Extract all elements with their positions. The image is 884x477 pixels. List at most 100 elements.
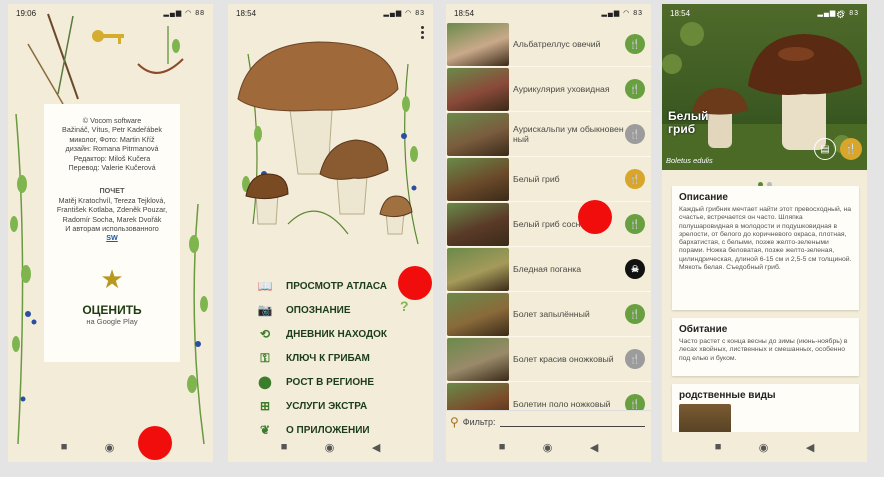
status-icons: ▂▄▆ ◠ 83: [817, 10, 859, 17]
menu-item-extras[interactable]: ⊞ УСЛУГИ ЭКСТРА: [254, 394, 424, 418]
camera-icon: 📷: [257, 303, 273, 317]
species-thumbnail: [447, 292, 509, 336]
filter-label: Фильтр:: [462, 416, 496, 427]
species-row[interactable]: Болетин поло ножковый 🍴: [446, 382, 651, 410]
species-name: Альбатреллус овечий: [513, 39, 601, 49]
nav-bar: ■ ◉ ◀: [8, 432, 213, 462]
species-name: Болет запылённый: [513, 309, 590, 319]
back-button[interactable]: ◀: [590, 441, 598, 454]
species-thumbnail: [447, 337, 509, 381]
menu-item-diary[interactable]: ⟲ ДНЕВНИК НАХОДОК: [254, 322, 424, 346]
species-name: Аурискальпи ум обыкновен ный: [513, 124, 624, 144]
main-menu-screen: 18:54 ▂▄▆ ◠ 83 📖 ПРОСМОТР АТЛАСА 📷 ОПОЗН…: [228, 4, 433, 462]
species-thumbnail: [447, 247, 509, 291]
species-thumbnail: [447, 157, 509, 201]
fork-knife-icon: 🍴: [625, 79, 645, 99]
species-row[interactable]: Болет красив оножковый 🍴: [446, 337, 651, 382]
species-name: Болет красив оножковый: [513, 354, 614, 364]
species-row[interactable]: Белый гриб 🍴: [446, 157, 651, 202]
menu-item-region[interactable]: ⬤ РОСТ В РЕГИОНЕ: [254, 370, 424, 394]
species-row[interactable]: Аурикулярия уховидная 🍴: [446, 67, 651, 112]
key-icon: ⚿: [260, 350, 270, 365]
thanks-title: ПОЧЕТ: [99, 186, 125, 196]
fork-knife-icon: 🍴: [625, 304, 645, 324]
recent-apps-button[interactable]: ■: [281, 441, 288, 453]
species-row[interactable]: Альбатреллус овечий 🍴: [446, 22, 651, 67]
filter-input[interactable]: [499, 417, 645, 427]
star-icon[interactable]: ★: [50, 265, 174, 293]
species-list-screen: 18:54 ▂▄▆ ◠ 83 Альбатреллус овечий 🍴 Аурик…: [446, 4, 651, 462]
status-icons: ▂▄▆ ◠ 83: [601, 10, 643, 17]
credit-line: дизайн: Romana Pitrmanová: [65, 144, 159, 154]
credit-line: Редактор: Miloš Kučera: [73, 153, 151, 163]
menu-item-label: ОПОЗНАНИЕ: [286, 304, 351, 316]
recent-apps-button[interactable]: ■: [715, 441, 722, 453]
home-button[interactable]: ◉: [325, 441, 335, 454]
nav-bar: ■ ◉ ◀: [228, 432, 433, 462]
help-question-icon[interactable]: ?: [400, 298, 409, 314]
skull-icon: ☠: [625, 259, 645, 279]
mushroom-illustration: [237, 41, 419, 245]
fork-knife-icon: 🍴: [625, 349, 645, 369]
species-name: Бледная поганка: [513, 264, 582, 274]
home-button[interactable]: ◉: [543, 441, 553, 454]
back-button[interactable]: ◀: [806, 441, 814, 454]
rate-button[interactable]: ОЦЕНИТЬ: [50, 303, 174, 317]
back-button[interactable]: ◀: [372, 441, 380, 454]
status-bar: 18:54 ▂▄▆ ◠ 83: [662, 4, 867, 22]
magnifier-icon: ⚲: [450, 414, 459, 429]
species-name: Аурикулярия уховидная: [513, 84, 610, 94]
nav-bar: ■ ◉ ◀: [446, 432, 651, 462]
status-icons: ▂▄▆ ◠ 83: [383, 10, 425, 17]
description-title: Описание: [679, 192, 728, 203]
menu-item-label: ПРОСМОТР АТЛАСА: [286, 280, 388, 292]
fork-knife-icon: 🍴: [625, 34, 645, 54]
recent-apps-button[interactable]: ■: [61, 441, 68, 453]
edibility-icon: 🍴: [840, 138, 862, 160]
menu-item-label: РОСТ В РЕГИОНЕ: [286, 376, 375, 388]
sw-link[interactable]: SW: [50, 233, 174, 242]
credit-line: © Vocom software: [82, 116, 142, 125]
species-thumbnail: [447, 112, 509, 156]
thanks-text: Matěj Kratochvíl, Tereza Tejklová, Frant…: [56, 195, 168, 224]
location-pin-icon: ⬤: [258, 375, 272, 389]
main-menu: 📖 ПРОСМОТР АТЛАСА 📷 ОПОЗНАНИЕ ⟲ ДНЕВНИК …: [254, 274, 424, 442]
credit-line: Bažináč, Vítus, Petr Kadeřábek: [62, 125, 162, 135]
home-button[interactable]: ◉: [759, 441, 769, 454]
habitat-card: Обитание Часто растет с конца весны до з…: [672, 318, 859, 376]
status-icons: ▂▄▆ ◠ 88: [163, 10, 205, 17]
history-icon: ⟲: [259, 327, 271, 341]
status-time: 18:54: [454, 8, 475, 18]
fork-knife-icon: 🍴: [625, 214, 645, 234]
related-title: родственные виды: [679, 390, 776, 401]
about-card: © Vocom software Bažináč, Vítus, Petr Ka…: [44, 104, 180, 362]
menu-item-identification[interactable]: 📷 ОПОЗНАНИЕ: [254, 298, 424, 322]
fork-knife-icon: 🍴: [625, 394, 645, 410]
species-list[interactable]: Альбатреллус овечий 🍴 Аурикулярия уховидна…: [446, 22, 651, 410]
status-bar: 18:54 ▂▄▆ ◠ 83: [446, 4, 651, 22]
home-button[interactable]: ◉: [105, 441, 115, 454]
gallery-icon[interactable]: ▤: [814, 138, 836, 160]
species-row[interactable]: Бледная поганка ☠: [446, 247, 651, 292]
status-time: 19:06: [16, 8, 37, 18]
filter-bar: ⚲ Фильтр:: [446, 410, 651, 432]
species-row[interactable]: Белый гриб сосновый 🍴: [446, 202, 651, 247]
status-bar: 19:06 ▂▄▆ ◠ 88: [8, 4, 213, 22]
description-card: Описание Каждый грибник мечтает найти эт…: [672, 186, 859, 310]
species-thumbnail: [447, 67, 509, 111]
menu-item-key[interactable]: ⚿ КЛЮЧ К ГРИБАМ: [254, 346, 424, 370]
species-name: Болетин поло ножковый: [513, 399, 611, 409]
description-text: Каждый грибник мечтает найти этот превос…: [679, 206, 852, 272]
species-photo[interactable]: Белый гриб Boletus edulis ▤ 🍴 ⚙: [662, 4, 867, 170]
credit-line: Перевод: Valerie Kučerová: [68, 163, 156, 173]
species-latin-name: Boletus edulis: [666, 156, 713, 165]
species-row[interactable]: Болет запылённый 🍴: [446, 292, 651, 337]
menu-item-label: ДНЕВНИК НАХОДОК: [286, 328, 388, 340]
recent-apps-button[interactable]: ■: [499, 441, 506, 453]
habitat-title: Обитание: [679, 324, 728, 335]
fork-knife-icon: 🍴: [625, 169, 645, 189]
species-title: Белый гриб: [668, 109, 709, 136]
screenshot-collage: 19:06 ▂▄▆ ◠ 88 © Vocom software Bažináč,…: [0, 0, 884, 477]
status-bar: 18:54 ▂▄▆ ◠ 83: [228, 4, 433, 22]
species-row[interactable]: Аурискальпи ум обыкновен ный 🍴: [446, 112, 651, 157]
